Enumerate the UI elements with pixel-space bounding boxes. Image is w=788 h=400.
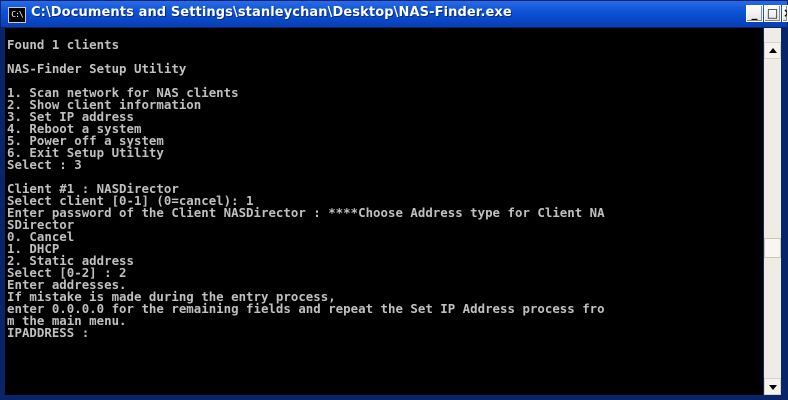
close-button[interactable]: ×	[782, 5, 788, 22]
scroll-down-button[interactable]	[764, 378, 781, 395]
console-window: C:\ C:\Documents and Settings\stanleycha…	[0, 0, 788, 400]
title-bar[interactable]: C:\ C:\Documents and Settings\stanleycha…	[1, 1, 788, 27]
window-frame-right	[781, 28, 787, 395]
console-line: NAS-Finder Setup Utility	[7, 61, 187, 76]
console-line: IPADDRESS :	[7, 325, 90, 340]
arrow-up-icon	[769, 48, 777, 53]
maximize-button[interactable]: □	[764, 5, 781, 22]
console-text: Found 1 clients NAS-Finder Setup Utility 1…	[7, 37, 605, 340]
minimize-button[interactable]: _	[746, 5, 763, 22]
console-line: 6. Exit Setup Utility	[7, 145, 164, 160]
arrow-down-icon	[769, 385, 777, 390]
window-title: C:\Documents and Settings\stanleychan\De…	[31, 5, 512, 20]
console-icon[interactable]: C:\	[8, 7, 26, 23]
vertical-scrollbar[interactable]	[764, 28, 781, 395]
console-line: Found 1 clients	[7, 37, 120, 52]
window-frame-bottom	[1, 395, 787, 399]
scrollbar-thumb[interactable]	[764, 238, 781, 258]
console-output[interactable]: Found 1 clients NAS-Finder Setup Utility 1…	[5, 28, 763, 395]
console-line: Enter password of the Client NASDirector…	[7, 205, 605, 220]
console-line: m the main menu.	[7, 313, 127, 328]
scroll-up-button[interactable]	[764, 42, 781, 59]
console-line: 0. Cancel	[7, 229, 75, 244]
console-line: SDirector	[7, 217, 75, 232]
console-line: Select : 3	[7, 157, 82, 172]
